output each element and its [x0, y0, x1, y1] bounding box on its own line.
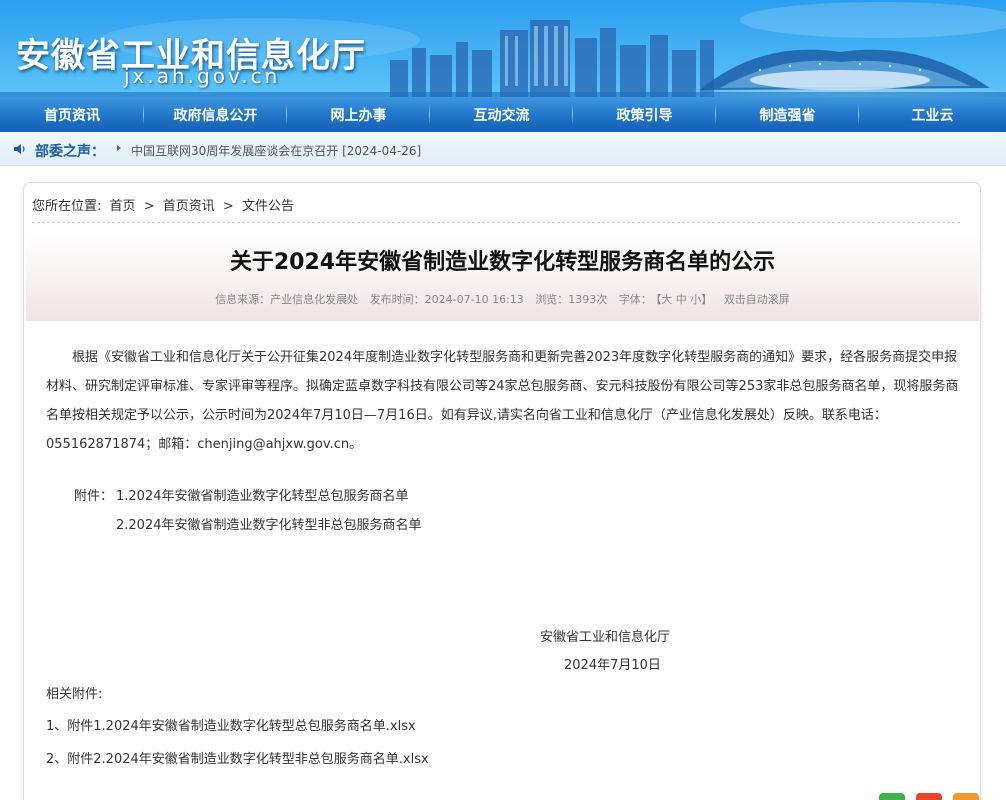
- speaker-icon: [14, 144, 25, 154]
- attachment-label: 附件：: [74, 489, 114, 504]
- nav-item-label: 网上办事: [330, 107, 387, 124]
- breadcrumb-home[interactable]: 首页: [110, 199, 136, 214]
- related-file-link-2[interactable]: 2、附件2.2024年安徽省制造业数字化转型非总包服务商名单.xlsx: [46, 748, 429, 767]
- nav-item-industry-cloud[interactable]: 工业云: [859, 97, 1006, 132]
- nav-item-home-news[interactable]: 首页资讯: [0, 97, 144, 132]
- attachment-item-1: 1.2024年安徽省制造业数字化转型总包服务商名单: [116, 489, 409, 504]
- meta-views: 浏览：1393次: [535, 293, 608, 306]
- related-files-label: 相关附件:: [46, 687, 103, 702]
- nav-item-label: 首页资讯: [44, 107, 100, 124]
- signature-date: 2024年7月10日: [564, 658, 661, 673]
- ministry-notice-bar: 部委之声： 中国互联网30周年发展座谈会在京召开 [2024-04-26]: [0, 132, 1006, 166]
- article-meta: 信息来源：产业信息化发展处 发布时间：2024-07-10 16:13 浏览：1…: [26, 291, 979, 307]
- breadcrumb-home-news[interactable]: 首页资讯: [163, 199, 215, 214]
- related-file-link-1[interactable]: 1、附件1.2024年安徽省制造业数字化转型总包服务商名单.xlsx: [46, 715, 416, 734]
- site-domain: jx.ah.gov.cn: [124, 64, 281, 88]
- meta-font-label: 字体：: [618, 293, 652, 306]
- article-body: 根据《安徽省工业和信息化厅关于公开征集2024年度制造业数字化转型服务商和更新完…: [46, 350, 959, 452]
- nav-item-label: 政府信息公开: [173, 107, 258, 124]
- nav-item-label: 互动交流: [473, 107, 530, 124]
- breadcrumb-separator: >: [222, 199, 234, 214]
- nav-item-online-services[interactable]: 网上办事: [287, 97, 430, 132]
- article-header: 关于2024年安徽省制造业数字化转型服务商名单的公示 信息来源：产业信息化发展处…: [26, 231, 979, 321]
- notice-link[interactable]: 中国互联网30周年发展座谈会在京召开 [2024-04-26]: [131, 142, 421, 159]
- signature-org: 安徽省工业和信息化厅: [540, 630, 671, 645]
- meta-published: 发布时间：2024-07-10 16:13: [369, 293, 524, 306]
- article-panel: 您所在位置: 首页 > 首页资讯 > 文件公告 关于2024年安徽省制造业数字化…: [23, 182, 981, 800]
- autoscroll-hint: 双击自动滚屏: [723, 293, 790, 306]
- attachment-item-2: 2.2024年安徽省制造业数字化转型非总包服务商名单: [116, 518, 422, 533]
- nav-item-label: 制造强省: [759, 107, 816, 124]
- main-nav: 首页资讯 政府信息公开 网上办事 互动交流 政策引导 制造强省 工业云: [0, 97, 1006, 132]
- breadcrumb: 您所在位置: 首页 > 首页资讯 > 文件公告: [32, 195, 298, 214]
- notice-label: 部委之声：: [35, 144, 105, 160]
- float-weibo-button[interactable]: [916, 793, 942, 800]
- nav-item-label: 政策引导: [616, 107, 673, 124]
- nav-item-interaction[interactable]: 互动交流: [430, 97, 573, 132]
- article-title: 关于2024年安徽省制造业数字化转型服务商名单的公示: [229, 250, 776, 275]
- breadcrumb-separator: >: [143, 199, 155, 214]
- breadcrumb-announcements[interactable]: 文件公告: [242, 199, 294, 214]
- breadcrumb-divider: [32, 222, 960, 223]
- float-top-button[interactable]: [953, 793, 979, 800]
- nav-item-gov-info[interactable]: 政府信息公开: [144, 97, 287, 132]
- bullet-arrow-icon: [117, 145, 121, 151]
- breadcrumb-prefix: 您所在位置:: [32, 199, 102, 214]
- font-size-switcher[interactable]: 【大 中 小】: [656, 293, 713, 306]
- meta-source: 信息来源：产业信息化发展处: [215, 293, 359, 306]
- nav-item-policy[interactable]: 政策引导: [573, 97, 716, 132]
- nav-item-label: 工业云: [911, 107, 954, 124]
- float-share-button[interactable]: [879, 793, 905, 800]
- site-banner: 安徽省工业和信息化厅 jx.ah.gov.cn: [0, 0, 1006, 97]
- nav-item-manufacturing[interactable]: 制造强省: [716, 97, 859, 132]
